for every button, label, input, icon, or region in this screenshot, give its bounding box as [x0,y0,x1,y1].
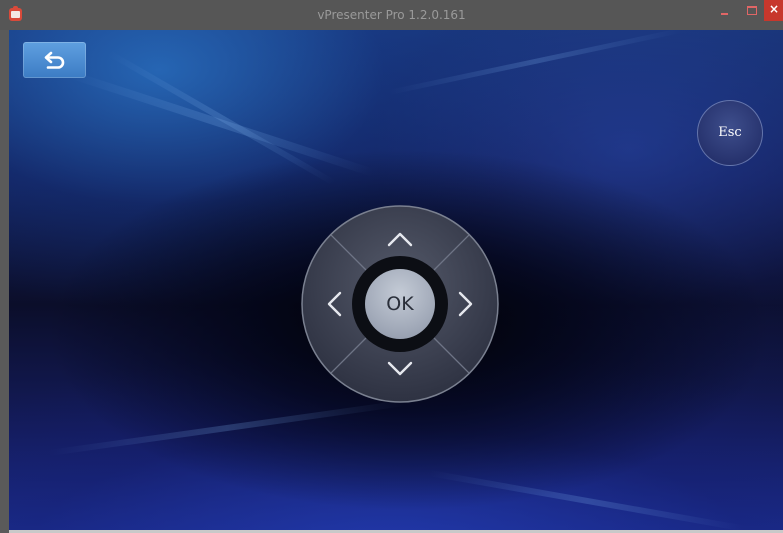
left-button[interactable] [305,274,365,334]
maximize-button[interactable] [738,0,764,21]
right-button[interactable] [435,274,495,334]
back-button[interactable] [23,42,86,78]
ok-button[interactable]: OK [365,269,435,339]
minimize-button[interactable] [712,0,738,21]
title-bar: vPresenter Pro 1.2.0.161 × [0,0,783,30]
dpad-control: OK [300,204,500,404]
back-arrow-icon [44,51,65,69]
minimize-icon [721,13,728,15]
up-button[interactable] [370,209,430,269]
maximize-icon [747,6,757,15]
remote-control-panel: Esc OK [9,30,783,530]
chevron-down-icon [387,361,413,376]
close-button[interactable]: × [764,0,783,21]
chevron-left-icon [327,291,342,317]
window-title: vPresenter Pro 1.2.0.161 [317,8,466,22]
down-button[interactable] [370,339,430,399]
esc-button[interactable]: Esc [697,100,763,166]
app-window: vPresenter Pro 1.2.0.161 × Esc OK [0,0,783,533]
close-icon: × [769,2,780,16]
chevron-right-icon [458,291,473,317]
chevron-up-icon [387,232,413,247]
